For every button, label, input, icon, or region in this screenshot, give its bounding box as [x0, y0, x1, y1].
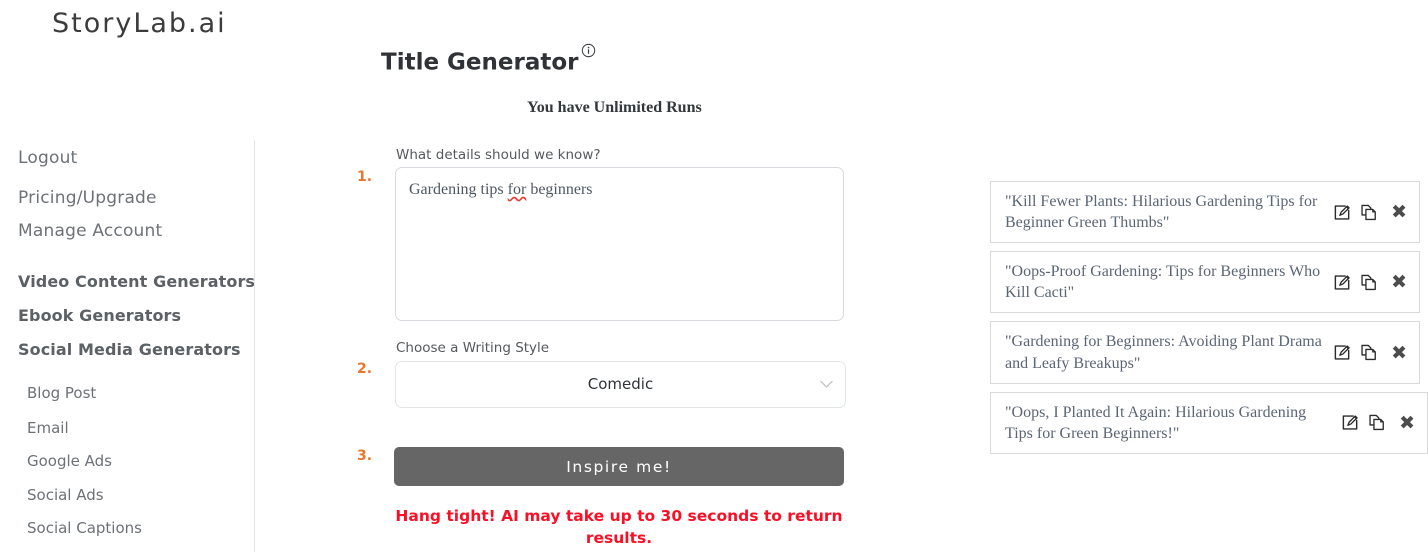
page-title-text: Title Generator [381, 49, 579, 76]
sidebar-item-manage-account[interactable]: Manage Account [18, 221, 162, 241]
processing-warning-text: Hang tight! AI may take up to 30 seconds… [395, 507, 843, 548]
result-card-actions: ✖ [1333, 271, 1415, 293]
close-x-icon[interactable]: ✖ [1391, 201, 1407, 223]
result-text: "Oops-Proof Gardening: Tips for Beginner… [1005, 263, 1321, 302]
results-list: "Kill Fewer Plants: Hilarious Gardening … [990, 181, 1428, 462]
sidebar-group-social-media-generators[interactable]: Social Media Generators [18, 340, 241, 359]
inspire-me-button[interactable]: Inspire me! [394, 447, 844, 486]
edit-pencil-icon[interactable] [1333, 203, 1352, 222]
sidebar-item-email[interactable]: Email [27, 419, 69, 437]
edit-pencil-icon[interactable] [1333, 273, 1352, 292]
result-text: "Oops, I Planted It Again: Hilarious Gar… [1005, 403, 1307, 442]
result-text: "Kill Fewer Plants: Hilarious Gardening … [1005, 193, 1318, 232]
writing-style-label: Choose a Writing Style [396, 340, 550, 356]
close-x-icon[interactable]: ✖ [1391, 271, 1407, 293]
sidebar-item-blog-post[interactable]: Blog Post [27, 384, 96, 402]
brand-logo[interactable]: StoryLab.ai [52, 8, 227, 39]
writing-style-selected-value: Comedic [587, 375, 654, 393]
details-input[interactable] [395, 167, 844, 321]
title-generator-page: StoryLab.ai Logout Pricing/Upgrade Manag… [0, 0, 1428, 552]
sidebar-item-logout[interactable]: Logout [18, 148, 77, 168]
copy-icon[interactable] [1359, 273, 1378, 292]
step-number-2: 2. [357, 361, 373, 377]
result-card: "Oops, I Planted It Again: Hilarious Gar… [990, 391, 1428, 454]
result-card: "Oops-Proof Gardening: Tips for Beginner… [990, 251, 1420, 314]
result-card-actions: ✖ [1333, 201, 1415, 223]
sidebar-item-pricing-upgrade[interactable]: Pricing/Upgrade [18, 188, 157, 208]
sidebar-group-video-content-generators[interactable]: Video Content Generators [18, 272, 255, 291]
chevron-down-icon [820, 378, 833, 391]
copy-icon[interactable] [1367, 413, 1386, 432]
result-card: "Kill Fewer Plants: Hilarious Gardening … [990, 181, 1420, 244]
sidebar-item-social-ads[interactable]: Social Ads [27, 486, 104, 504]
edit-pencil-icon[interactable] [1341, 413, 1360, 432]
sidebar-item-social-captions[interactable]: Social Captions [27, 519, 142, 537]
runs-note: You have Unlimited Runs [527, 99, 702, 116]
writing-style-select[interactable]: Comedic [395, 361, 846, 408]
copy-icon[interactable] [1359, 343, 1378, 362]
page-title: Title Generator [381, 41, 596, 76]
result-card-actions: ✖ [1341, 412, 1423, 434]
step-number-3: 3. [357, 448, 373, 464]
sidebar-group-ebook-generators[interactable]: Ebook Generators [18, 306, 181, 325]
result-card: "Gardening for Beginners: Avoiding Plant… [990, 321, 1420, 384]
sidebar-divider [254, 140, 255, 552]
copy-icon[interactable] [1359, 203, 1378, 222]
edit-pencil-icon[interactable] [1333, 343, 1352, 362]
close-x-icon[interactable]: ✖ [1399, 412, 1415, 434]
step-number-1: 1. [357, 169, 373, 185]
result-text: "Gardening for Beginners: Avoiding Plant… [1005, 333, 1322, 372]
details-field-label: What details should we know? [396, 147, 601, 163]
sidebar-item-google-ads[interactable]: Google Ads [27, 452, 112, 470]
close-x-icon[interactable]: ✖ [1391, 342, 1407, 364]
info-circle-icon[interactable] [581, 38, 596, 64]
result-card-actions: ✖ [1333, 342, 1415, 364]
sidebar: StoryLab.ai Logout Pricing/Upgrade Manag… [0, 0, 255, 552]
